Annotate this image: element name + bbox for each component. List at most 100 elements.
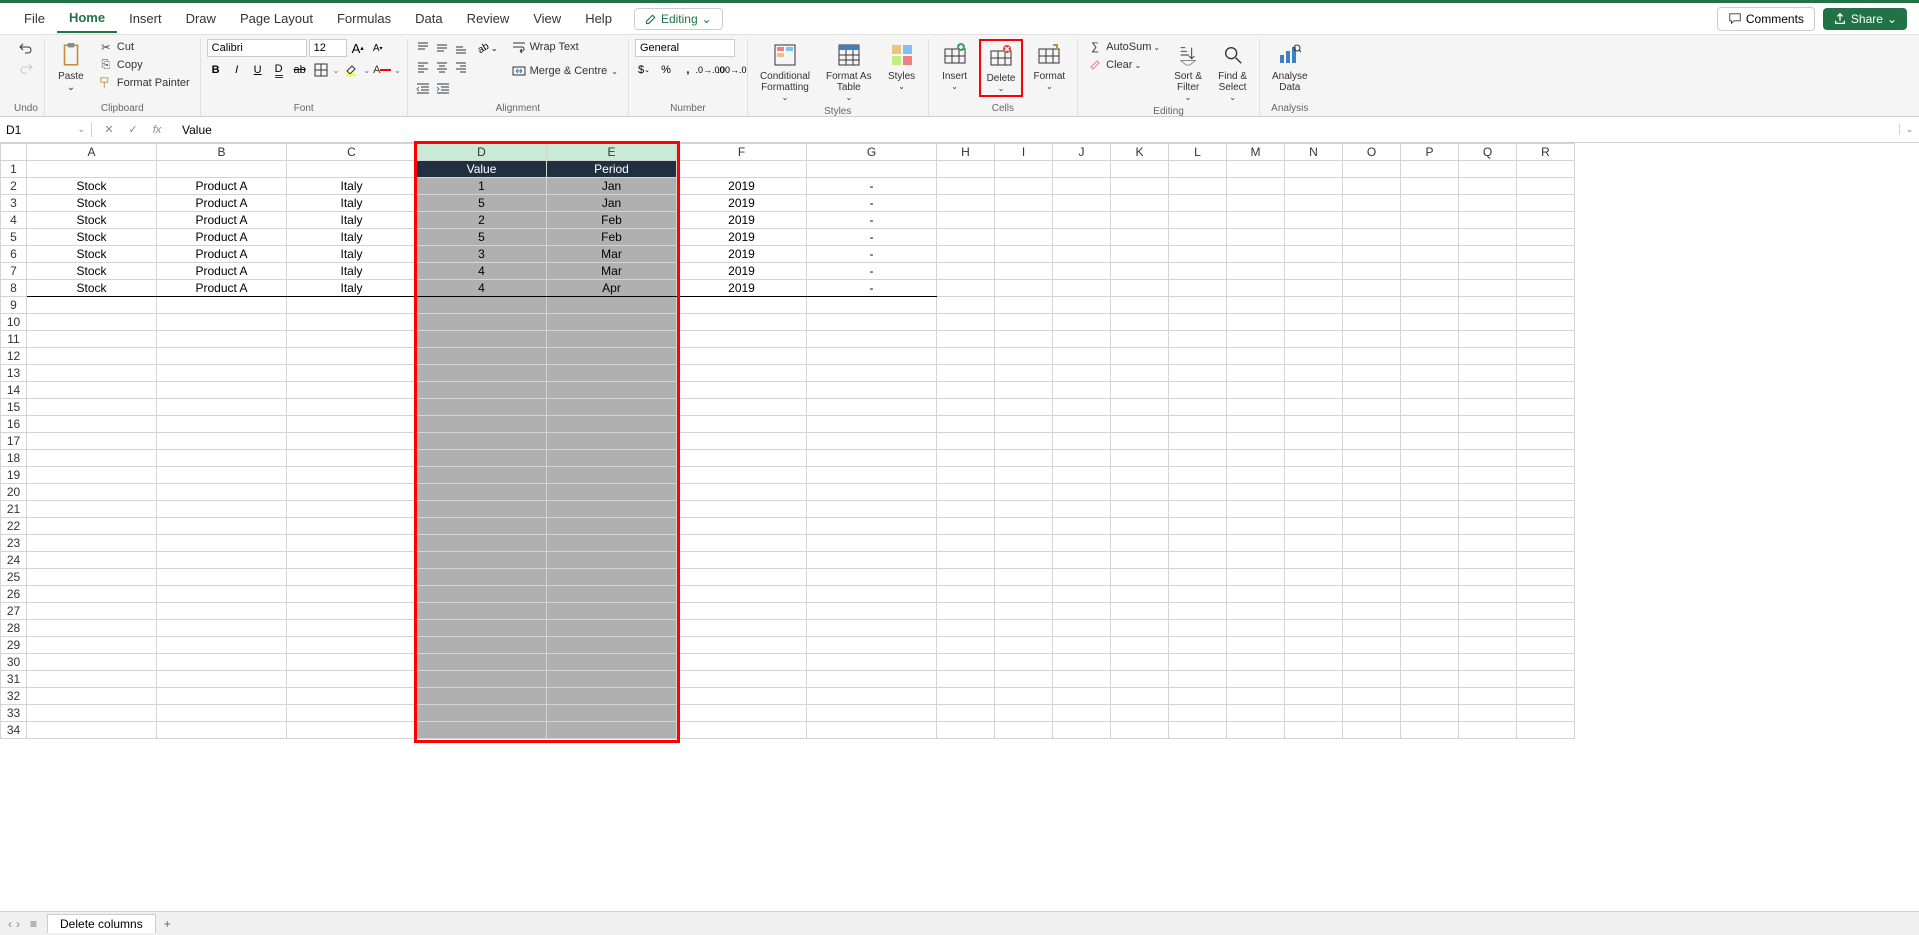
cell[interactable]: Category bbox=[807, 161, 937, 178]
cell[interactable] bbox=[1053, 535, 1111, 552]
cell[interactable] bbox=[1343, 671, 1401, 688]
cell[interactable] bbox=[1517, 671, 1575, 688]
cell[interactable] bbox=[677, 433, 807, 450]
cell[interactable]: Italy bbox=[287, 263, 417, 280]
row-header[interactable]: 23 bbox=[1, 535, 27, 552]
cell[interactable] bbox=[1401, 603, 1459, 620]
row-header[interactable]: 26 bbox=[1, 586, 27, 603]
cell[interactable] bbox=[1227, 331, 1285, 348]
cell[interactable] bbox=[27, 552, 157, 569]
cell[interactable] bbox=[1111, 586, 1169, 603]
cell[interactable] bbox=[1227, 722, 1285, 739]
cell[interactable] bbox=[1401, 365, 1459, 382]
cell[interactable] bbox=[1053, 178, 1111, 195]
cell[interactable]: - bbox=[807, 178, 937, 195]
column-header[interactable]: N bbox=[1285, 144, 1343, 161]
cell[interactable] bbox=[1401, 535, 1459, 552]
cell[interactable] bbox=[1517, 365, 1575, 382]
cell[interactable] bbox=[1285, 637, 1343, 654]
cell[interactable] bbox=[1343, 229, 1401, 246]
cell[interactable] bbox=[1401, 348, 1459, 365]
cell[interactable] bbox=[1285, 654, 1343, 671]
cell[interactable] bbox=[807, 535, 937, 552]
double-underline-button[interactable]: D bbox=[270, 61, 288, 79]
cell[interactable] bbox=[547, 450, 677, 467]
cell[interactable] bbox=[1459, 229, 1517, 246]
cell[interactable] bbox=[1053, 688, 1111, 705]
cell[interactable] bbox=[1401, 586, 1459, 603]
cell[interactable] bbox=[1227, 416, 1285, 433]
cell[interactable] bbox=[27, 603, 157, 620]
row-header[interactable]: 29 bbox=[1, 637, 27, 654]
cell[interactable] bbox=[1517, 467, 1575, 484]
cell[interactable]: 2019 bbox=[677, 229, 807, 246]
cell[interactable] bbox=[1517, 416, 1575, 433]
cell[interactable] bbox=[287, 620, 417, 637]
cell[interactable] bbox=[1459, 552, 1517, 569]
cell[interactable] bbox=[287, 688, 417, 705]
row-header[interactable]: 16 bbox=[1, 416, 27, 433]
cell[interactable] bbox=[1053, 586, 1111, 603]
cell[interactable] bbox=[287, 586, 417, 603]
cell[interactable] bbox=[807, 484, 937, 501]
cell[interactable] bbox=[677, 603, 807, 620]
conditional-formatting-button[interactable]: Conditional Formatting⌄ bbox=[754, 39, 816, 104]
cell[interactable]: Product A bbox=[157, 280, 287, 297]
cell[interactable] bbox=[995, 552, 1053, 569]
cell[interactable] bbox=[1169, 586, 1227, 603]
cell[interactable] bbox=[287, 569, 417, 586]
cell[interactable] bbox=[807, 688, 937, 705]
cell[interactable] bbox=[1517, 637, 1575, 654]
cell[interactable] bbox=[1459, 433, 1517, 450]
cell[interactable] bbox=[1111, 246, 1169, 263]
cell[interactable]: 2019 bbox=[677, 246, 807, 263]
cell[interactable]: Period bbox=[547, 161, 677, 178]
italic-button[interactable]: I bbox=[228, 61, 246, 79]
cell[interactable] bbox=[807, 416, 937, 433]
cell[interactable] bbox=[1401, 688, 1459, 705]
cell[interactable] bbox=[27, 586, 157, 603]
cell[interactable] bbox=[1285, 365, 1343, 382]
cell[interactable] bbox=[287, 535, 417, 552]
cell[interactable] bbox=[995, 246, 1053, 263]
borders-button[interactable] bbox=[312, 61, 330, 79]
insert-cells-button[interactable]: Insert⌄ bbox=[935, 39, 975, 93]
cell[interactable]: Stock bbox=[27, 178, 157, 195]
format-cells-button[interactable]: Format⌄ bbox=[1027, 39, 1071, 93]
cell[interactable] bbox=[287, 603, 417, 620]
cell[interactable] bbox=[157, 348, 287, 365]
cell[interactable] bbox=[995, 314, 1053, 331]
cell[interactable] bbox=[1401, 637, 1459, 654]
cell[interactable] bbox=[1111, 280, 1169, 297]
cell[interactable] bbox=[1053, 416, 1111, 433]
cell[interactable] bbox=[547, 501, 677, 518]
cell[interactable] bbox=[417, 722, 547, 739]
share-button[interactable]: Share ⌄ bbox=[1823, 8, 1907, 30]
cell[interactable] bbox=[27, 467, 157, 484]
cell[interactable] bbox=[417, 382, 547, 399]
cell[interactable] bbox=[417, 535, 547, 552]
align-center-button[interactable] bbox=[433, 58, 451, 76]
cell[interactable] bbox=[547, 535, 677, 552]
cell[interactable] bbox=[1285, 314, 1343, 331]
cell[interactable] bbox=[1111, 535, 1169, 552]
decrease-indent-button[interactable] bbox=[414, 80, 432, 98]
menu-help[interactable]: Help bbox=[573, 5, 624, 32]
cell[interactable] bbox=[1459, 416, 1517, 433]
cell[interactable] bbox=[937, 263, 995, 280]
cell[interactable] bbox=[1343, 552, 1401, 569]
cell[interactable] bbox=[1169, 501, 1227, 518]
cell[interactable] bbox=[995, 501, 1053, 518]
cell[interactable] bbox=[1111, 433, 1169, 450]
cell[interactable] bbox=[1285, 416, 1343, 433]
cell[interactable] bbox=[1169, 535, 1227, 552]
cell[interactable] bbox=[27, 654, 157, 671]
cell[interactable] bbox=[157, 535, 287, 552]
cell[interactable] bbox=[1459, 484, 1517, 501]
cell[interactable] bbox=[1285, 467, 1343, 484]
cell[interactable] bbox=[1459, 586, 1517, 603]
cell[interactable] bbox=[1459, 246, 1517, 263]
cell[interactable] bbox=[417, 416, 547, 433]
formula-input[interactable]: Value bbox=[174, 123, 1899, 137]
font-name-select[interactable] bbox=[207, 39, 307, 57]
